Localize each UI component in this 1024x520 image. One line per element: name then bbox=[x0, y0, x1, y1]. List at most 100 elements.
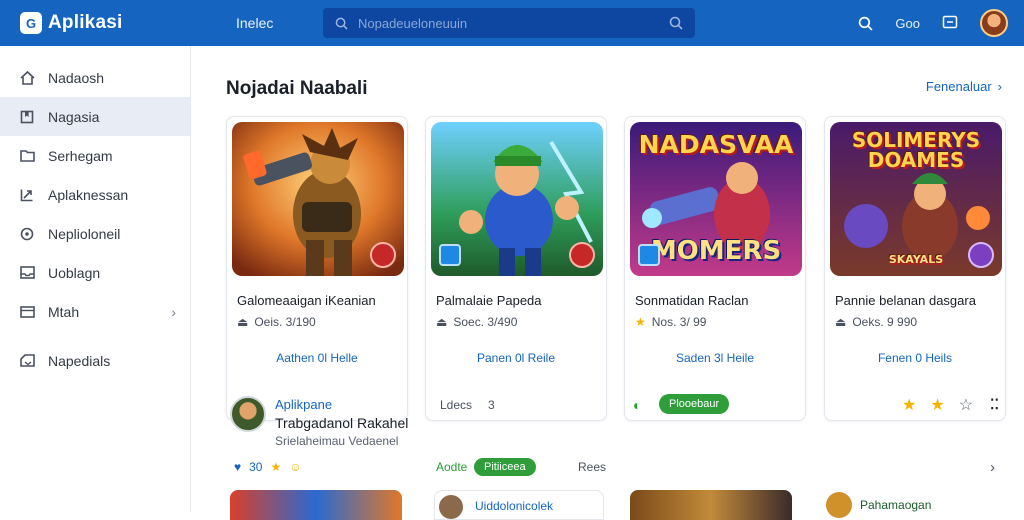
sidebar-item-label: Mtah bbox=[48, 303, 80, 320]
app-card[interactable]: SOLIMERYS DOAMES SKAYALS Pannie belanan … bbox=[824, 116, 1006, 421]
app-card-title: Pannie belanan dasgara bbox=[835, 293, 976, 308]
app-card[interactable]: NADASVAA MOMERS Sonmatidan Raclan ★ Nos.… bbox=[624, 116, 806, 421]
sidebar-item-label: Napedials bbox=[48, 352, 111, 369]
app-card-rating: Soec. 3/490 bbox=[453, 315, 518, 329]
app-list-actions: ♥ 30 ★ ☺ Aodte Pitiiceea Rees › bbox=[192, 456, 1024, 482]
app-card-action[interactable]: Fenen 0 Heils bbox=[825, 351, 1005, 365]
like-count: 30 bbox=[249, 460, 263, 474]
thumb-icon: ⏏ bbox=[835, 315, 847, 329]
section-title: Nojadai Naabali bbox=[226, 78, 368, 99]
app-store-icon bbox=[638, 244, 660, 266]
app-card-title: Sonmatidan Raclan bbox=[635, 293, 749, 308]
app-card-action[interactable]: Saden 3l Heile bbox=[625, 351, 805, 365]
star-icon: ★ bbox=[635, 315, 646, 329]
brand[interactable]: G Aplikasi bbox=[20, 12, 220, 34]
app-card-meta: ⏏ Soec. 3/490 bbox=[436, 315, 517, 329]
like-counter[interactable]: ♥ 30 ★ ☺ bbox=[234, 460, 302, 474]
app-card-title: Palmalaie Papeda bbox=[436, 293, 542, 308]
sidebar-item-label: Neplioloneil bbox=[48, 225, 121, 242]
rate-label[interactable]: Rees bbox=[578, 460, 606, 474]
bookmark-icon bbox=[19, 109, 35, 125]
sidebar: Nadaosh Nagasia Serhegam Aplaknessan Nep… bbox=[0, 46, 191, 512]
app-card-meta: ⏏ Oeis. 3/190 bbox=[237, 315, 316, 329]
next-card-label: Uiddolonicolek bbox=[475, 499, 554, 513]
star-icon[interactable]: ★ bbox=[902, 395, 916, 415]
card-icon bbox=[19, 304, 35, 320]
see-all-link[interactable]: Fenenaluar › bbox=[926, 79, 1002, 94]
app-category-label[interactable]: Aplikpane bbox=[275, 397, 332, 412]
stats-label: Ldecs bbox=[440, 398, 473, 412]
sidebar-item-aplaknessan[interactable]: Aplaknessan bbox=[0, 175, 190, 214]
app-avatar bbox=[439, 495, 463, 519]
main-content: Nojadai Naabali Fenenaluar › Galomeaaiga… bbox=[192, 46, 1024, 520]
more-options-icon[interactable]: ⁚⁚ bbox=[990, 396, 999, 413]
search-icon bbox=[335, 17, 348, 30]
app-store-icon bbox=[439, 244, 461, 266]
top-nav-link[interactable]: Inelec bbox=[236, 15, 273, 31]
app-avatar bbox=[230, 396, 266, 432]
app-avatar bbox=[826, 492, 852, 518]
top-actions: Goo bbox=[858, 0, 1008, 46]
sidebar-item-serhegam[interactable]: Serhegam bbox=[0, 136, 190, 175]
status-pill[interactable]: Plooebaur bbox=[659, 394, 730, 414]
clock-icon bbox=[19, 226, 35, 242]
see-all-label: Fenenaluar bbox=[925, 79, 992, 94]
sidebar-item-label: Nagasia bbox=[48, 108, 100, 125]
home-icon bbox=[19, 70, 35, 86]
open-pill[interactable]: Pitiiceea bbox=[474, 458, 536, 476]
app-card-image: SOLIMERYS DOAMES SKAYALS bbox=[830, 122, 1002, 276]
star-outline-icon[interactable]: ☆ bbox=[959, 395, 973, 415]
stats-value: 3 bbox=[488, 398, 495, 412]
app-card-rating: Oeks. 9 990 bbox=[852, 315, 918, 329]
game-badge-icon bbox=[370, 242, 396, 268]
app-card-action[interactable]: Aathen 0l Helle bbox=[227, 351, 407, 365]
app-card-meta: ⏏ Oeks. 9 990 bbox=[835, 315, 917, 329]
star-rating[interactable]: ★ ★ ☆ bbox=[902, 395, 973, 415]
search-bar[interactable] bbox=[323, 8, 695, 38]
download-icon bbox=[19, 353, 35, 369]
game-title-art: SOLIMERYS DOAMES bbox=[851, 128, 981, 172]
app-card-rating: Oeis. 3/190 bbox=[254, 315, 316, 329]
sidebar-item-label: Nadaosh bbox=[48, 69, 105, 86]
app-subtitle: Srielaheimau Vedaenel bbox=[275, 434, 399, 448]
next-card-preview[interactable] bbox=[230, 490, 402, 520]
inbox-icon bbox=[19, 265, 35, 281]
sidebar-item-nagasia[interactable]: Nagasia bbox=[0, 97, 190, 136]
next-card-preview[interactable]: Uiddolonicolek bbox=[434, 490, 604, 520]
game-subtitle-art: MOMERS bbox=[650, 236, 782, 266]
app-card-meta: ★ Nos. 3/ 99 bbox=[635, 315, 706, 329]
thumb-icon: ⏏ bbox=[237, 315, 249, 329]
sidebar-item-nadaosh[interactable]: Nadaosh bbox=[0, 58, 190, 97]
app-card[interactable]: Galomeaaigan iKeanian ⏏ Oeis. 3/190 Aath… bbox=[226, 116, 408, 421]
next-card-label: Pahamaogan bbox=[860, 498, 932, 512]
thumb-icon: ⏏ bbox=[436, 315, 448, 329]
star-icon[interactable]: ★ bbox=[930, 395, 944, 415]
sidebar-item-napedials[interactable]: Napedials bbox=[0, 341, 190, 380]
heart-icon: ♥ bbox=[234, 460, 242, 474]
message-icon[interactable] bbox=[942, 15, 958, 31]
search-input[interactable] bbox=[358, 15, 669, 31]
next-card-preview[interactable] bbox=[630, 490, 792, 520]
app-card-image bbox=[431, 122, 603, 276]
chevron-right-icon[interactable]: › bbox=[990, 459, 995, 476]
top-label[interactable]: Goo bbox=[895, 16, 920, 31]
folder-icon bbox=[19, 148, 35, 164]
app-card-title: Galomeaaigan iKeanian bbox=[237, 293, 376, 308]
emoji-icon: ☺ bbox=[289, 460, 302, 474]
sidebar-item-neplioloneil[interactable]: Neplioloneil bbox=[0, 214, 190, 253]
sidebar-item-mtah[interactable]: Mtah › bbox=[0, 292, 190, 331]
search-submit-icon[interactable] bbox=[669, 16, 683, 30]
user-avatar[interactable] bbox=[980, 9, 1008, 37]
search-icon[interactable] bbox=[858, 16, 873, 31]
app-card[interactable]: Palmalaie Papeda ⏏ Soec. 3/490 Panen 0l … bbox=[425, 116, 607, 421]
next-card-preview[interactable]: Pahamaogan bbox=[824, 490, 1004, 520]
brand-logo-icon: G bbox=[20, 12, 42, 34]
send-icon bbox=[19, 187, 35, 203]
chevron-right-icon[interactable]: › bbox=[171, 304, 176, 320]
app-card-image bbox=[232, 122, 404, 276]
app-card-rating: Nos. 3/ 99 bbox=[651, 315, 707, 329]
app-card-action[interactable]: Panen 0l Reile bbox=[426, 351, 606, 365]
sidebar-item-uoblagn[interactable]: Uoblagn bbox=[0, 253, 190, 292]
game-title-art: NADASVAA bbox=[638, 130, 794, 159]
game-badge-icon bbox=[569, 242, 595, 268]
